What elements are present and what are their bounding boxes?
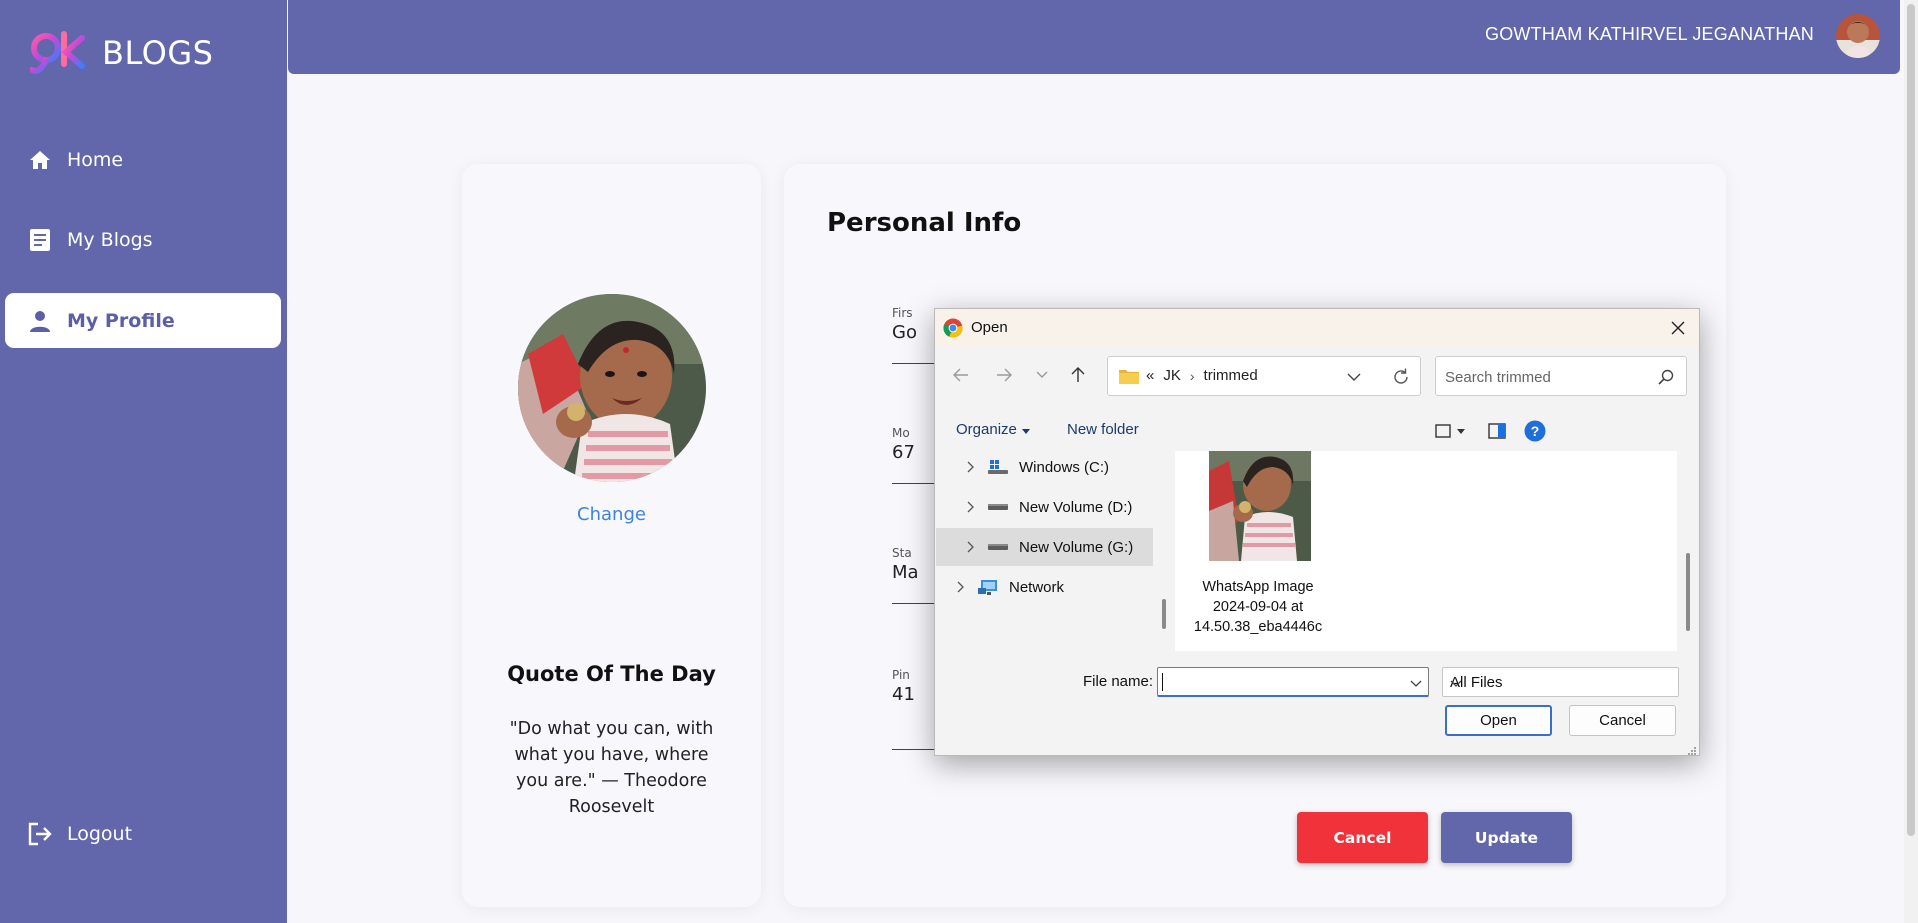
- address-bar[interactable]: « JK › trimmed: [1107, 356, 1421, 396]
- refresh-icon[interactable]: [1390, 366, 1412, 388]
- file-name-input[interactable]: [1162, 672, 1402, 692]
- brand-logo[interactable]: BLOGS: [29, 30, 214, 76]
- navigation-pane: Windows (C:) New Volume (D:) New Volume …: [936, 451, 1157, 651]
- top-header: GOWTHAM KATHIRVEL JEGANATHAN: [288, 0, 1900, 74]
- logout-button[interactable]: Logout: [5, 806, 281, 861]
- sidebar-item-home[interactable]: Home: [5, 132, 281, 187]
- windows-drive-icon: [987, 459, 1009, 475]
- file-name-label: File name:: [1083, 673, 1154, 690]
- sidebar-item-my-blogs[interactable]: My Blogs: [5, 212, 281, 267]
- tree-item-label: Network: [1009, 578, 1065, 596]
- text-caret: [1162, 673, 1163, 691]
- user-name: GOWTHAM KATHIRVEL JEGANATHAN: [1485, 24, 1814, 44]
- change-photo-link[interactable]: Change: [462, 504, 761, 525]
- network-icon: [977, 579, 999, 595]
- dialog-cancel-button[interactable]: Cancel: [1569, 705, 1676, 736]
- quote-title: Quote Of The Day: [507, 662, 716, 686]
- scrollbar-thumb[interactable]: [1907, 4, 1915, 836]
- drive-icon: [987, 539, 1009, 555]
- tree-item-network[interactable]: Network: [936, 568, 1153, 606]
- chevron-right-icon[interactable]: [963, 500, 977, 514]
- cancel-button[interactable]: Cancel: [1297, 812, 1428, 863]
- chevron-right-icon[interactable]: [963, 460, 977, 474]
- breadcrumb: « JK › trimmed: [1146, 367, 1258, 384]
- up-arrow-icon[interactable]: [1066, 363, 1090, 387]
- sidebar: BLOGS Home My Blogs My Profile Logout: [0, 0, 287, 923]
- avatar[interactable]: [1836, 14, 1880, 58]
- recent-locations-chevron-icon[interactable]: [1030, 363, 1054, 387]
- home-icon: [27, 147, 53, 173]
- quote-text: "Do what you can, with what you have, wh…: [509, 719, 714, 817]
- breadcrumb-item[interactable]: trimmed: [1204, 367, 1258, 384]
- chevron-down-icon[interactable]: [1346, 369, 1362, 385]
- document-icon: [27, 227, 53, 253]
- sidebar-item-label: Home: [67, 148, 124, 171]
- new-folder-button[interactable]: New folder: [1067, 421, 1139, 438]
- folder-icon: [1119, 368, 1139, 384]
- brand-name: BLOGS: [102, 34, 214, 72]
- dialog-title: Open: [971, 319, 1008, 336]
- tree-item-label: Windows (C:): [1019, 458, 1110, 476]
- breadcrumb-item[interactable]: JK: [1163, 367, 1181, 384]
- file-list-scrollbar[interactable]: [1686, 553, 1690, 631]
- search-icon: [1658, 369, 1674, 385]
- logout-label: Logout: [67, 822, 133, 845]
- drive-icon: [987, 499, 1009, 515]
- profile-picture: [518, 294, 706, 482]
- tree-item-label: New Volume (D:): [1019, 498, 1133, 516]
- help-icon[interactable]: ?: [1523, 419, 1547, 443]
- svg-text:?: ?: [1531, 423, 1540, 439]
- chevron-right-icon[interactable]: [963, 540, 977, 554]
- dialog-titlebar[interactable]: Open: [935, 309, 1699, 347]
- search-input[interactable]: [1445, 366, 1645, 388]
- caret-down-icon: [1021, 421, 1030, 438]
- chevron-right-icon: ›: [1189, 367, 1195, 384]
- sidebar-item-my-profile[interactable]: My Profile: [5, 293, 281, 348]
- tree-item-new-volume-g[interactable]: New Volume (G:): [936, 528, 1153, 566]
- forward-arrow-icon[interactable]: [992, 363, 1016, 387]
- logout-icon: [27, 821, 53, 847]
- tree-item-new-volume-d[interactable]: New Volume (D:): [936, 488, 1153, 526]
- section-title: Personal Info: [827, 208, 1022, 238]
- file-type-select[interactable]: All Files: [1442, 667, 1679, 697]
- organize-label: Organize: [956, 421, 1017, 438]
- sidebar-item-label: My Blogs: [67, 228, 153, 251]
- tree-item-windows-c[interactable]: Windows (C:): [936, 451, 1153, 486]
- chevron-down-icon: [1450, 676, 1462, 688]
- tree-scrollbar[interactable]: [1162, 599, 1166, 629]
- page-scrollbar[interactable]: [1904, 0, 1918, 923]
- tree-item-label: New Volume (G:): [1019, 538, 1134, 556]
- search-box[interactable]: [1435, 356, 1687, 396]
- preview-pane-icon[interactable]: [1485, 419, 1509, 443]
- sidebar-item-label: My Profile: [67, 309, 175, 332]
- logo-mark-icon: [29, 30, 88, 76]
- chevron-right-icon[interactable]: [953, 580, 967, 594]
- back-arrow-icon[interactable]: [949, 363, 973, 387]
- file-list: WhatsApp Image 2024-09-04 at 14.50.38_eb…: [1175, 451, 1677, 651]
- image-thumbnail: [1209, 451, 1311, 561]
- organize-button[interactable]: Organize: [956, 421, 1030, 438]
- update-button[interactable]: Update: [1441, 812, 1572, 863]
- file-item[interactable]: [1209, 451, 1311, 561]
- profile-card: Change Quote Of The Day "Do what you can…: [462, 164, 761, 907]
- caret-down-icon[interactable]: [1449, 419, 1473, 443]
- chevron-down-icon[interactable]: [1410, 676, 1422, 688]
- file-name-combobox[interactable]: [1157, 667, 1429, 697]
- file-name-label[interactable]: WhatsApp Image 2024-09-04 at 14.50.38_eb…: [1193, 577, 1323, 637]
- open-file-dialog: Open « JK › trimmed Search trimmed Organ…: [934, 308, 1700, 756]
- open-button[interactable]: Open: [1445, 705, 1552, 736]
- resize-grip-icon[interactable]: [1687, 743, 1697, 755]
- breadcrumb-overflow[interactable]: «: [1146, 367, 1154, 384]
- person-icon: [27, 308, 53, 334]
- close-icon[interactable]: [1667, 317, 1689, 339]
- chrome-icon: [943, 318, 963, 338]
